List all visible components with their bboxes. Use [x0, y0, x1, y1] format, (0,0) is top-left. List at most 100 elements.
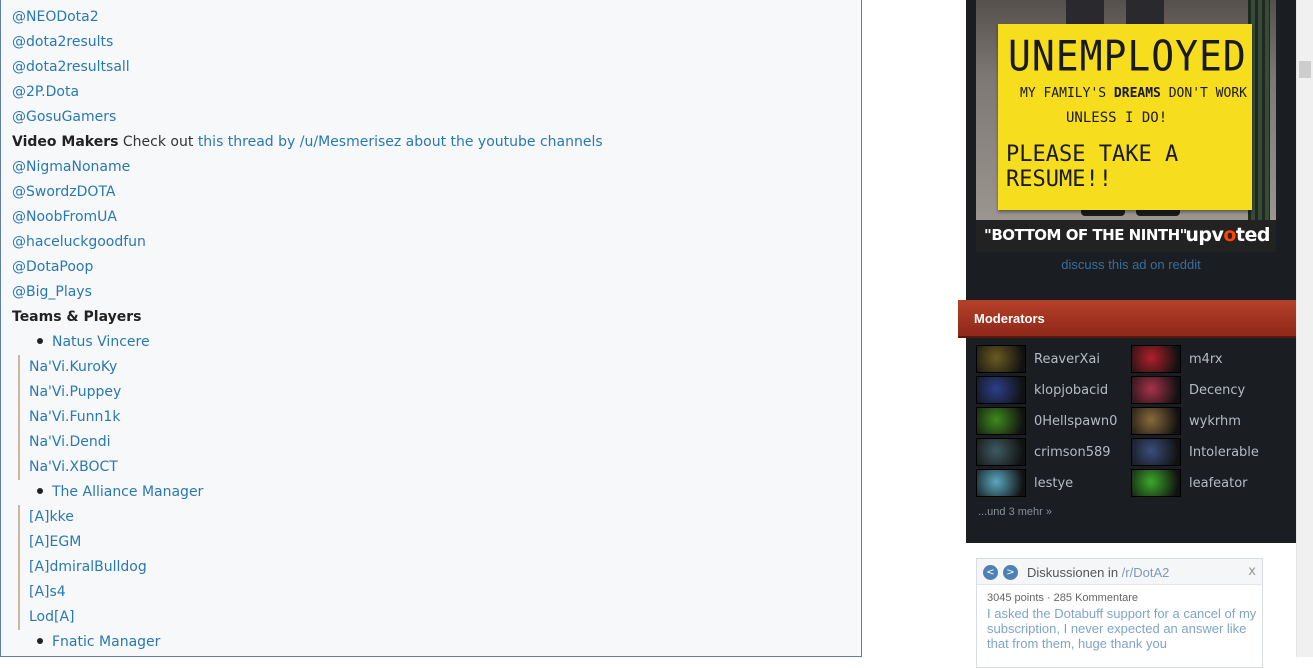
list-item[interactable]: @dota2results [12, 30, 113, 55]
moderator-item[interactable]: klopjobacid [976, 376, 1108, 404]
discuss-ad-link[interactable]: discuss this ad on reddit [966, 257, 1296, 272]
avatar [976, 345, 1026, 373]
player-item[interactable]: Na'Vi.Dendi [18, 430, 111, 455]
list-item[interactable]: @NigmaNoname [12, 155, 130, 180]
team-bullet[interactable]: Natus Vincere [37, 330, 150, 355]
thread-link[interactable]: this thread by /u/Mesmerisez about the y… [198, 134, 603, 150]
moderator-name[interactable]: Decency [1189, 383, 1245, 398]
moderator-item[interactable]: wykrhm [1131, 407, 1241, 435]
twitter-link[interactable]: @DotaPoop [12, 259, 93, 275]
moderator-item[interactable]: 0Hellspawn0 [976, 407, 1117, 435]
twitter-link[interactable]: @Big_Plays [12, 284, 92, 300]
moderator-item[interactable]: leafeator [1131, 469, 1248, 497]
moderator-name[interactable]: lestye [1034, 476, 1073, 491]
twitter-link[interactable]: @dota2results [12, 34, 113, 50]
player-item[interactable]: Lod[A] [18, 605, 75, 630]
team-link[interactable]: Natus Vincere [52, 334, 150, 350]
more-moderators-link[interactable]: ...und 3 mehr » [978, 506, 1052, 518]
advertisement-image[interactable]: UNEMPLOYED MY FAMILY'S DREAMS DON'T WORK… [976, 0, 1276, 252]
moderator-name[interactable]: Intolerable [1189, 445, 1259, 460]
player-item[interactable]: Na'Vi.KuroKy [18, 355, 117, 380]
moderator-item[interactable]: lestye [976, 469, 1073, 497]
list-item[interactable]: @2P.Dota [12, 80, 79, 105]
upvoted-logo: upvoted [1185, 224, 1270, 246]
avatar [976, 376, 1026, 404]
player-link[interactable]: [A]kke [29, 509, 74, 525]
moderator-name[interactable]: 0Hellspawn0 [1034, 414, 1117, 429]
moderator-name[interactable]: crimson589 [1034, 445, 1111, 460]
static-text: Check out [118, 134, 198, 150]
moderator-item[interactable]: Decency [1131, 376, 1245, 404]
avatar [976, 469, 1026, 497]
team-bullet[interactable]: The Alliance Manager [37, 480, 203, 505]
moderator-item[interactable]: m4rx [1131, 345, 1223, 373]
player-item[interactable]: [A]kke [18, 505, 74, 530]
close-icon[interactable]: x [1248, 564, 1256, 579]
scrollbar-thumb[interactable] [1299, 61, 1311, 78]
player-item[interactable]: Na'Vi.Funn1k [18, 405, 120, 430]
moderator-item[interactable]: crimson589 [976, 438, 1111, 466]
list-item[interactable]: @dota2resultsall [12, 55, 130, 80]
sign-text: UNEMPLOYED [1008, 31, 1247, 81]
moderator-item[interactable]: Intolerable [1131, 438, 1259, 466]
ad-sign: UNEMPLOYED MY FAMILY'S DREAMS DON'T WORK… [998, 24, 1252, 210]
post-meta: 3045 points · 285 Kommentare [987, 592, 1139, 604]
player-item[interactable]: Na'Vi.Puppey [18, 380, 121, 405]
twitter-link[interactable]: @2P.Dota [12, 84, 79, 100]
list-item[interactable]: @Big_Plays [12, 280, 92, 305]
prev-arrow-icon[interactable]: < [983, 565, 998, 580]
bullet-icon [37, 338, 43, 344]
sign-text: PLEASE TAKE A RESUME!! [1006, 142, 1179, 192]
twitter-link[interactable]: @GosuGamers [12, 109, 116, 125]
section-label: Video Makers [12, 134, 119, 150]
player-link[interactable]: Na'Vi.XBOCT [29, 459, 118, 475]
twitter-link[interactable]: @NigmaNoname [12, 159, 130, 175]
moderator-name[interactable]: ReaverXai [1034, 352, 1100, 367]
player-link[interactable]: [A]dmiralBulldog [29, 559, 147, 575]
post-title-link[interactable]: I asked the Dotabuff support for a cance… [987, 606, 1263, 651]
page-scrollbar[interactable] [1296, 0, 1313, 657]
team-link[interactable]: The Alliance Manager [52, 484, 203, 500]
twitter-link[interactable]: @NoobFromUA [12, 209, 117, 225]
player-link[interactable]: Lod[A] [29, 609, 75, 625]
twitter-link[interactable]: @dota2resultsall [12, 59, 130, 75]
moderator-item[interactable]: ReaverXai [976, 345, 1100, 373]
ad-caption-bar: "BOTTOM OF THE NINTH" upvoted [976, 220, 1276, 252]
player-link[interactable]: Na'Vi.Puppey [29, 384, 121, 400]
video-makers-line: Video Makers Check out this thread by /u… [12, 130, 603, 155]
player-item[interactable]: [A]s4 [18, 580, 66, 605]
player-item[interactable]: [A]dmiralBulldog [18, 555, 147, 580]
next-arrow-icon[interactable]: > [1003, 565, 1018, 580]
team-link[interactable]: Fnatic Manager [52, 634, 160, 650]
player-item[interactable]: [A]EGM [18, 530, 81, 555]
moderator-name[interactable]: wykrhm [1189, 414, 1241, 429]
player-link[interactable]: [A]EGM [29, 534, 81, 550]
wiki-content-panel: @NEODota2 @dota2results @dota2resultsall… [0, 0, 862, 657]
list-item[interactable]: @DotaPoop [12, 255, 93, 280]
list-item[interactable]: @SwordzDOTA [12, 180, 116, 205]
moderator-name[interactable]: leafeator [1189, 476, 1248, 491]
player-item[interactable]: Na'Vi.XBOCT [18, 455, 118, 480]
player-link[interactable]: Na'Vi.Dendi [29, 434, 111, 450]
discussions-title: Diskussionen in /r/DotA2 [1027, 565, 1170, 580]
discussions-header: < > Diskussionen in /r/DotA2 x [977, 559, 1262, 585]
section-heading: Teams & Players [12, 305, 141, 330]
sign-text: UNLESS I DO! [1066, 110, 1168, 126]
team-bullet[interactable]: Fnatic Manager [37, 630, 160, 655]
list-item[interactable]: @NEODota2 [12, 5, 99, 30]
avatar [976, 438, 1026, 466]
twitter-link[interactable]: @haceluckgoodfun [12, 234, 146, 250]
player-link[interactable]: Na'Vi.KuroKy [29, 359, 117, 375]
player-link[interactable]: Na'Vi.Funn1k [29, 409, 120, 425]
twitter-link[interactable]: @SwordzDOTA [12, 184, 116, 200]
player-link[interactable]: [A]s4 [29, 584, 66, 600]
sign-text: MY FAMILY'S DREAMS DON'T WORK [1020, 86, 1247, 101]
moderator-name[interactable]: klopjobacid [1034, 383, 1108, 398]
moderator-name[interactable]: m4rx [1189, 352, 1223, 367]
moderators-title: Moderators [974, 311, 1045, 326]
twitter-link[interactable]: @NEODota2 [12, 9, 99, 25]
list-item[interactable]: @haceluckgoodfun [12, 230, 146, 255]
list-item[interactable]: @NoobFromUA [12, 205, 117, 230]
list-item[interactable]: @GosuGamers [12, 105, 116, 130]
moderators-header: Moderators [958, 300, 1296, 338]
